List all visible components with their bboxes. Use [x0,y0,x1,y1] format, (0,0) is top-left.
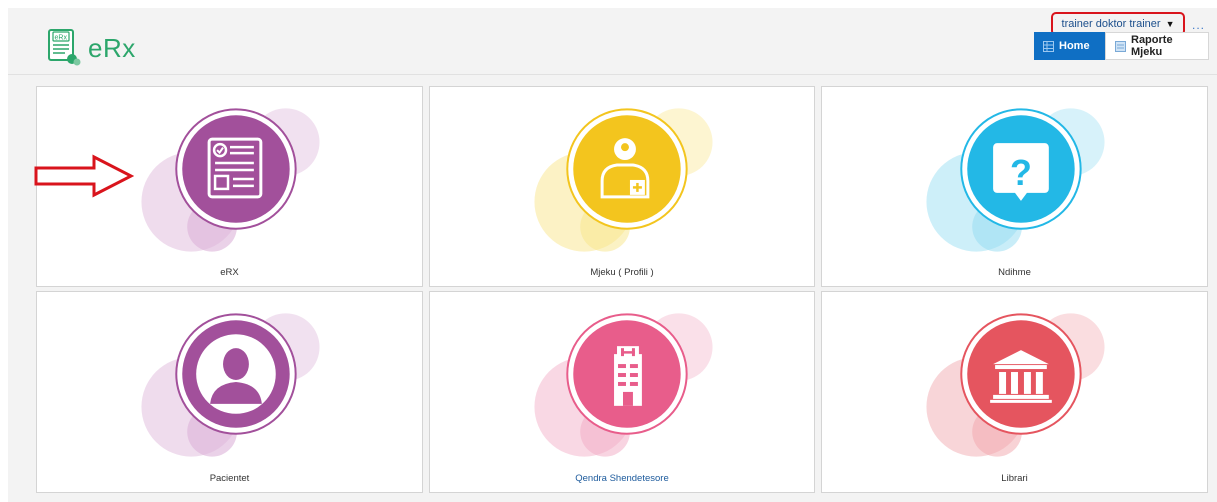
hospital-building-icon [614,346,642,406]
tile-patients[interactable]: Pacientet [36,291,423,493]
help-question-icon: ? [993,143,1049,201]
app-logo-text: eRx [88,32,136,63]
tile-health-center[interactable]: Qendra Shendetesore [429,291,815,493]
top-nav: Home Raporte Mjeku [1034,32,1209,60]
tile-help[interactable]: ? Ndihme [821,86,1208,287]
user-name: trainer doktor trainer [1061,18,1161,30]
patient-person-icon [196,334,276,414]
report-icon [1115,40,1126,52]
more-options-button[interactable]: ... [1192,18,1205,32]
svg-text:eRx: eRx [55,35,68,42]
nav-home-button[interactable]: Home [1034,32,1105,60]
svg-text:?: ? [1010,153,1032,193]
header-bar: eRx eRx trainer doktor trainer ▼ ... Hom… [8,8,1217,75]
chevron-down-icon: ▼ [1165,19,1175,29]
tile-doctor-profile-label: Mjeku ( Profili ) [590,267,654,278]
home-grid-icon [1043,40,1054,52]
tile-doctor-profile[interactable]: Mjeku ( Profili ) [429,86,815,287]
tile-help-label: Ndihme [998,267,1031,278]
tile-library[interactable]: Librari [821,291,1208,493]
nav-home-label: Home [1059,40,1090,52]
tile-patients-label: Pacientet [209,473,250,484]
tile-erx-label: eRX [220,267,239,278]
tile-library-label: Librari [1001,473,1028,484]
prescription-document-icon: eRx [46,28,82,68]
app-logo[interactable]: eRx eRx [46,28,136,68]
app-window: eRx eRx trainer doktor trainer ▼ ... Hom… [8,8,1217,502]
nav-reports-button[interactable]: Raporte Mjeku [1105,32,1209,60]
nav-reports-label: Raporte Mjeku [1131,34,1173,58]
annotation-arrow-icon [34,154,134,198]
tile-health-center-label: Qendra Shendetesore [575,473,669,484]
